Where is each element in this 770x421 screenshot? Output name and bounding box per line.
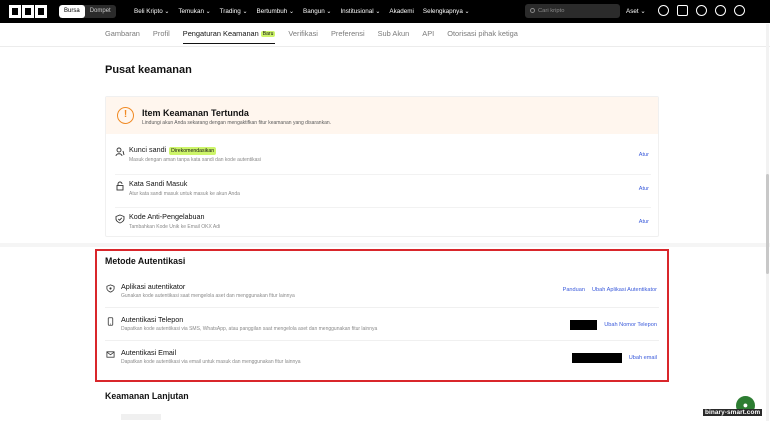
mode-switch[interactable]: Bursa Dompet [59, 5, 116, 18]
pending-title: Item Keamanan Tertunda [142, 108, 249, 118]
download-icon[interactable] [677, 5, 688, 16]
setup-passkey-link[interactable]: Atur [639, 152, 649, 158]
item-desc: Masuk dengan aman tanpa kata sandi dan k… [129, 157, 262, 163]
warning-icon: ! [117, 107, 134, 124]
tab-otorisasi[interactable]: Otorisasi pihak ketiga [447, 27, 518, 44]
scrollbar[interactable] [766, 24, 769, 421]
section-divider [0, 243, 770, 247]
nav-bangun[interactable]: Bangun [303, 8, 331, 15]
list-item: Autentikasi Email Dapatkan kode autentik… [105, 343, 659, 376]
tab-gambaran[interactable]: Gambaran [105, 27, 140, 44]
passkey-title: Kunci sandi [129, 145, 167, 154]
advanced-security-title: Keamanan Lanjutan [105, 391, 189, 401]
watermark: binary-smart.com [703, 409, 763, 416]
tab-pengaturan-keamanan[interactable]: Pengaturan Keamanan Baru [182, 27, 276, 45]
pending-header: ! Item Keamanan Tertunda Lindungi akun A… [106, 97, 658, 134]
top-navbar: Bursa Dompet Beli Kripto Temukan Trading… [0, 0, 770, 23]
nav-selengkapnya[interactable]: Selengkapnya [423, 8, 470, 15]
list-item: Kode Anti-Pengelabuan Tambahkan Kode Uni… [106, 207, 658, 240]
list-item: Kata Sandi Masuk Atur kata sandi masuk u… [106, 174, 658, 207]
item-title: Autentikasi Email [121, 348, 177, 357]
item-desc: Dapatkan kode autentikasi via SMS, Whats… [121, 326, 378, 332]
nav-beli-kripto[interactable]: Beli Kripto [134, 8, 169, 15]
page-title: Pusat keamanan [105, 64, 192, 76]
segment-bursa[interactable]: Bursa [59, 5, 85, 18]
main-menu: Beli Kripto Temukan Trading Bertumbuh Ba… [134, 0, 470, 23]
email-icon [106, 351, 115, 358]
setup-anti-phishing-link[interactable]: Atur [639, 219, 649, 225]
nav-akademi[interactable]: Akademi [389, 8, 414, 15]
search-icon [530, 8, 535, 13]
nav-temukan[interactable]: Temukan [178, 8, 210, 15]
shield-check-icon [115, 214, 125, 224]
nav-trading[interactable]: Trading [220, 8, 248, 15]
change-email-link[interactable]: Ubah email [629, 355, 657, 361]
item-title: Kata Sandi Masuk [129, 179, 188, 188]
lock-icon [116, 181, 124, 191]
search-input[interactable]: Cari kripto [525, 4, 620, 18]
globe-icon[interactable] [734, 5, 745, 16]
change-phone-link[interactable]: Ubah Nomor Telepon [604, 322, 657, 328]
item-title: Kunci sandi Direkomendasikan [129, 145, 217, 155]
item-desc: Atur kata sandi masuk untuk masuk ke aku… [129, 191, 240, 197]
list-item: Kunci sandi Direkomendasikan Masuk dengan… [106, 140, 658, 173]
pending-subtitle: Lindungi akun Anda sekarang dengan menga… [142, 120, 332, 126]
help-icon[interactable] [715, 5, 726, 16]
setup-login-password-link[interactable]: Atur [639, 186, 649, 192]
item-title: Autentikasi Telepon [121, 315, 184, 324]
tab-divider [0, 46, 770, 47]
auth-section-title: Metode Autentikasi [105, 256, 186, 266]
passkey-icon [115, 147, 125, 157]
user-icon[interactable] [658, 5, 669, 16]
search-placeholder: Cari kripto [538, 8, 565, 14]
scrollbar-thumb[interactable] [766, 174, 769, 274]
new-badge: Baru [260, 31, 276, 38]
divider [105, 307, 659, 308]
change-authenticator-link[interactable]: Ubah Aplikasi Autentikator [592, 287, 657, 293]
tab-label: Pengaturan Keamanan [182, 29, 259, 38]
nav-institusional[interactable]: Institusional [340, 8, 380, 15]
phone-icon [107, 317, 114, 326]
segment-dompet[interactable]: Dompet [85, 5, 116, 18]
account-tabs: Gambaran Profil Pengaturan Keamanan Baru … [105, 27, 518, 45]
tab-preferensi[interactable]: Preferensi [331, 27, 365, 44]
redacted-email [571, 353, 622, 363]
aset-menu[interactable]: Aset [626, 0, 646, 23]
recommended-badge: Direkomendasikan [169, 147, 217, 155]
nav-bertumbuh[interactable]: Bertumbuh [257, 8, 295, 15]
redacted-phone [570, 320, 598, 330]
list-item: Aplikasi autentikator Gunakan kode auten… [105, 277, 659, 310]
pending-security-card: ! Item Keamanan Tertunda Lindungi akun A… [105, 96, 659, 237]
item-desc: Tambahkan Kode Unik ke Email OKX Adi [129, 224, 221, 230]
bell-icon[interactable] [696, 5, 707, 16]
next-item-peek [121, 414, 161, 420]
item-title: Kode Anti-Pengelabuan [129, 212, 205, 221]
authenticator-icon [106, 284, 115, 293]
list-item: Autentikasi Telepon Dapatkan kode autent… [105, 310, 659, 343]
okx-logo[interactable] [9, 5, 47, 18]
item-desc: Dapatkan kode autentikasi via email untu… [121, 359, 301, 365]
tab-profil[interactable]: Profil [153, 27, 170, 44]
tab-sub-akun[interactable]: Sub Akun [378, 27, 410, 44]
divider [105, 340, 659, 341]
tab-verifikasi[interactable]: Verifikasi [288, 27, 318, 44]
guide-link[interactable]: Panduan [563, 287, 585, 293]
tab-api[interactable]: API [422, 27, 434, 44]
item-title: Aplikasi autentikator [121, 282, 186, 291]
item-desc: Gunakan kode autentikasi saat mengelola … [121, 293, 295, 299]
